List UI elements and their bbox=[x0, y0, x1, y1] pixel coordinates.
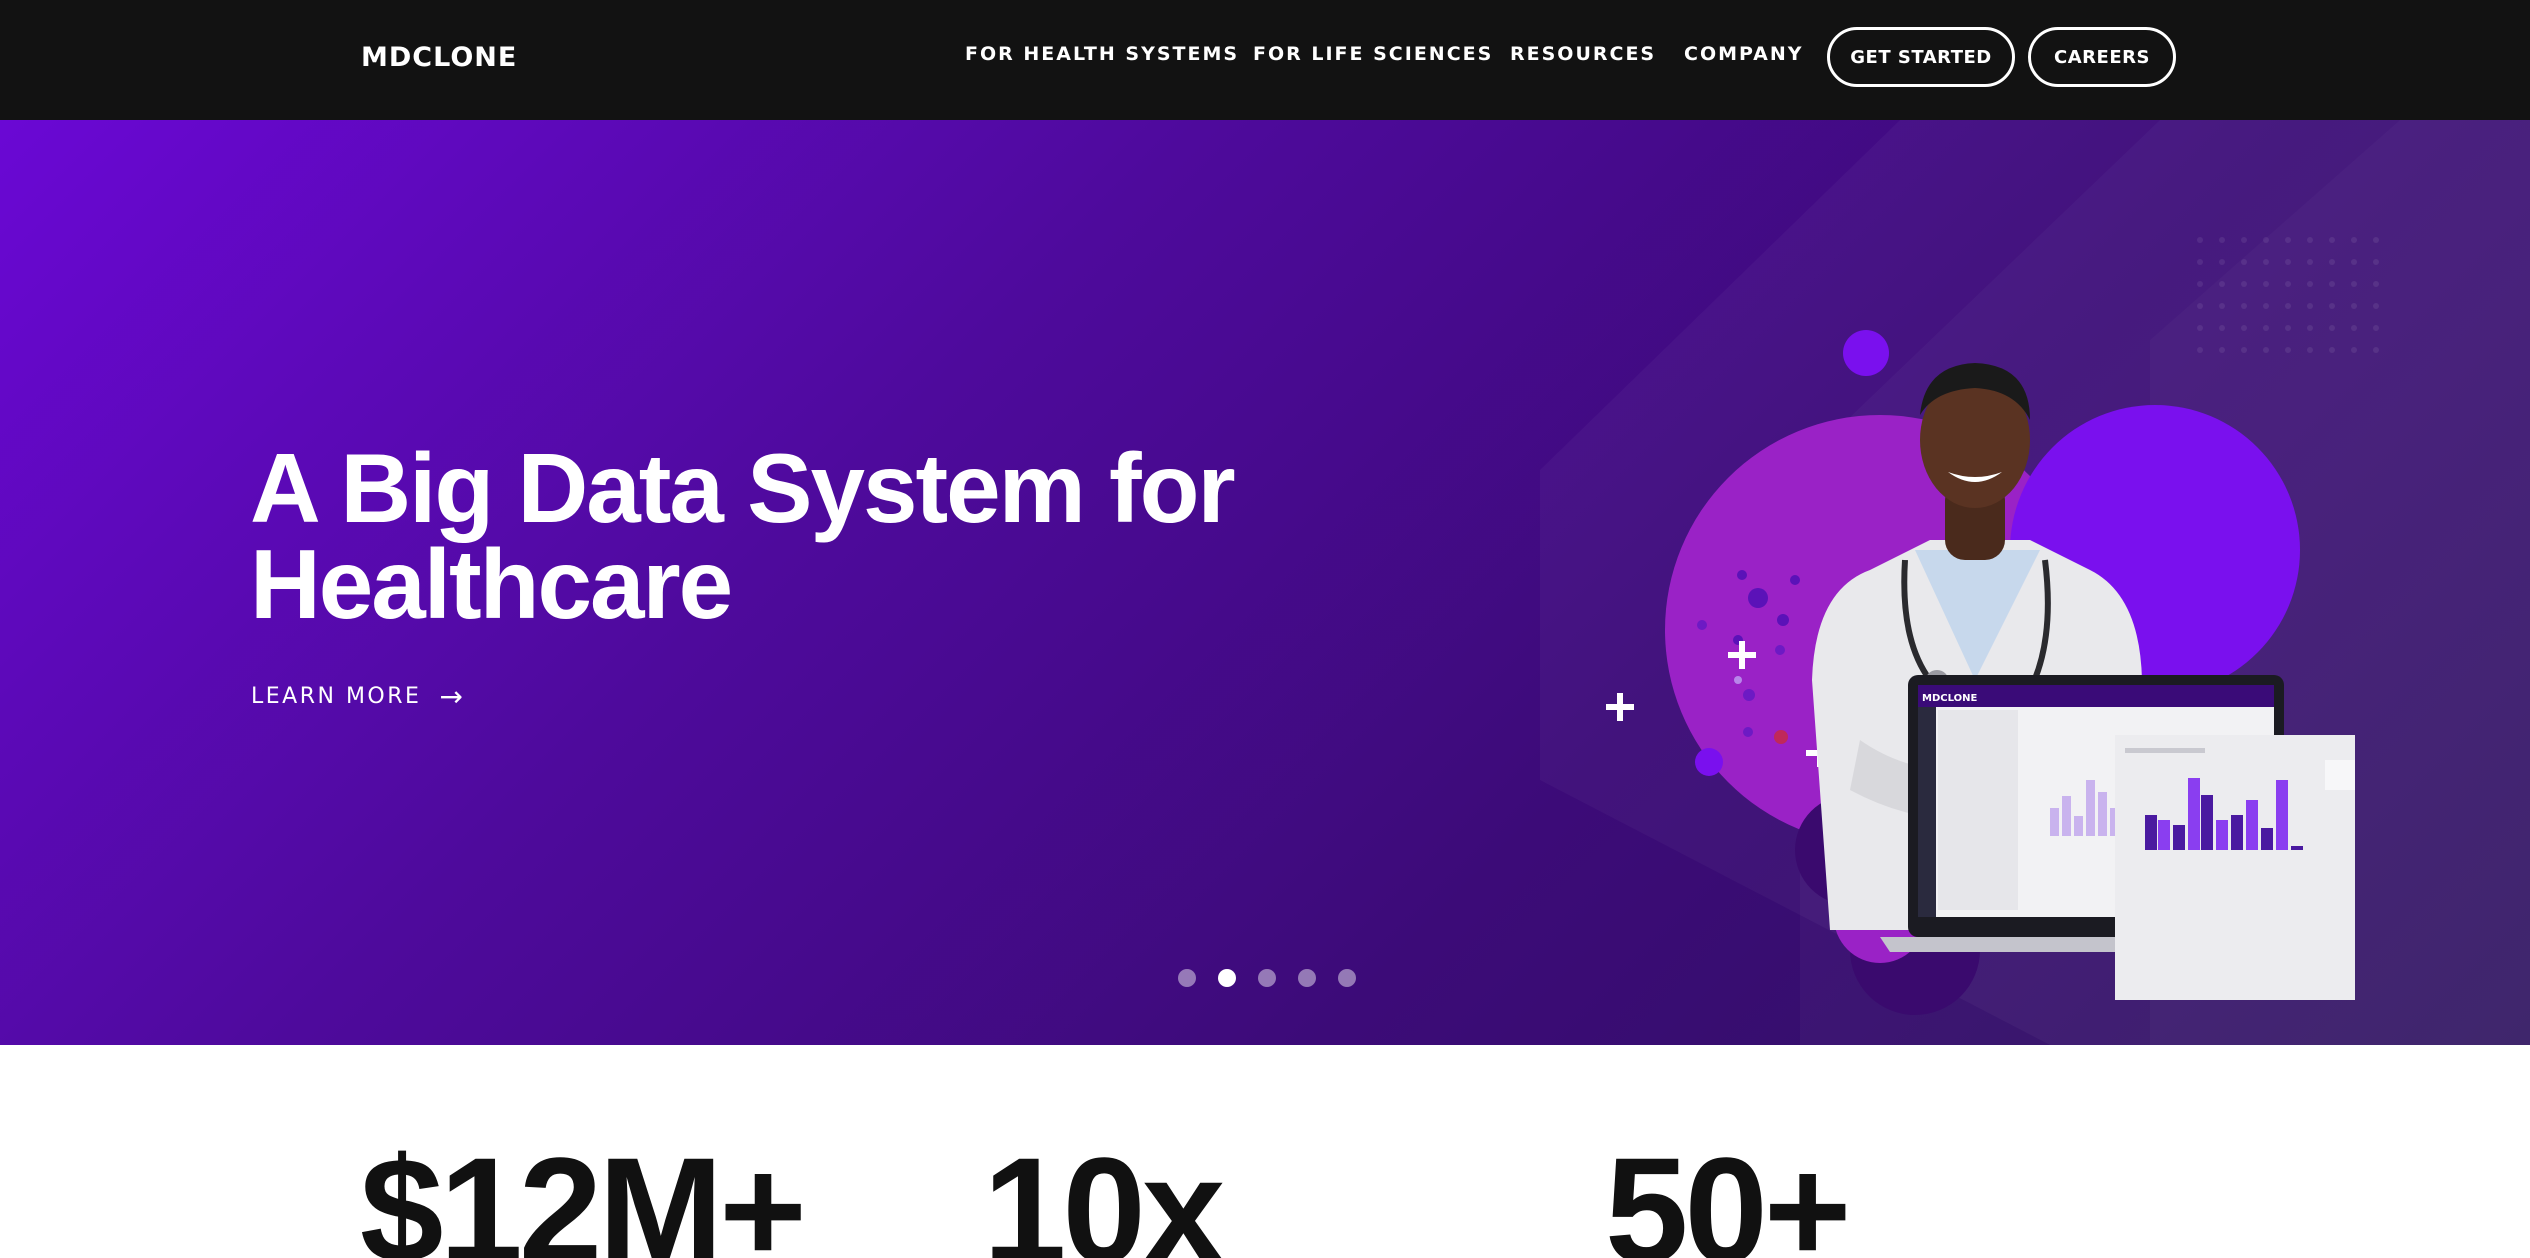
stat-value-count: 50+ bbox=[1605, 1126, 1851, 1258]
arrow-right-icon: → bbox=[439, 680, 463, 713]
logo-text: MDCLONE bbox=[361, 41, 518, 73]
stat-value-multiplier: 10x bbox=[983, 1126, 1225, 1258]
nav-link-company[interactable]: COMPANY bbox=[1684, 43, 1804, 65]
carousel-dot-5[interactable] bbox=[1338, 969, 1356, 987]
top-navigation-bar: MDCLONE FOR HEALTH SYSTEMS FOR LIFE SCIE… bbox=[0, 0, 2530, 120]
get-started-button[interactable]: GET STARTED bbox=[1827, 27, 2015, 87]
small-violet-circle bbox=[1843, 330, 1889, 376]
stat-value-savings: $12M+ bbox=[360, 1126, 807, 1258]
hero-banner: MDCLONE A Big Data System for Healthcare… bbox=[0, 120, 2530, 1045]
dashboard-card-illustration bbox=[2115, 735, 2355, 1000]
hero-title-line-2: Healthcare bbox=[250, 529, 733, 639]
carousel-dot-2[interactable] bbox=[1218, 969, 1236, 987]
nav-link-life-sciences[interactable]: FOR LIFE SCIENCES bbox=[1253, 43, 1493, 65]
carousel-pagination bbox=[1178, 969, 1356, 987]
carousel-dot-3[interactable] bbox=[1258, 969, 1276, 987]
learn-more-label: LEARN MORE bbox=[251, 684, 422, 709]
nav-link-health-systems[interactable]: FOR HEALTH SYSTEMS bbox=[965, 43, 1239, 65]
hero-title: A Big Data System for Healthcare bbox=[250, 439, 1250, 633]
hero-title-line-1: A Big Data System for bbox=[250, 433, 1236, 543]
carousel-dot-1[interactable] bbox=[1178, 969, 1196, 987]
careers-button[interactable]: CAREERS bbox=[2028, 27, 2176, 87]
stats-section: $12M+ 10x 50+ bbox=[0, 1045, 2530, 1258]
nav-link-resources[interactable]: RESOURCES bbox=[1510, 43, 1656, 65]
learn-more-link[interactable]: LEARN MORE → bbox=[251, 680, 463, 713]
laptop-screen-logo: MDCLONE bbox=[1922, 693, 1977, 704]
violet-dot bbox=[1695, 748, 1723, 776]
mdclone-logo[interactable]: MDCLONE bbox=[361, 40, 517, 74]
carousel-dot-4[interactable] bbox=[1298, 969, 1316, 987]
